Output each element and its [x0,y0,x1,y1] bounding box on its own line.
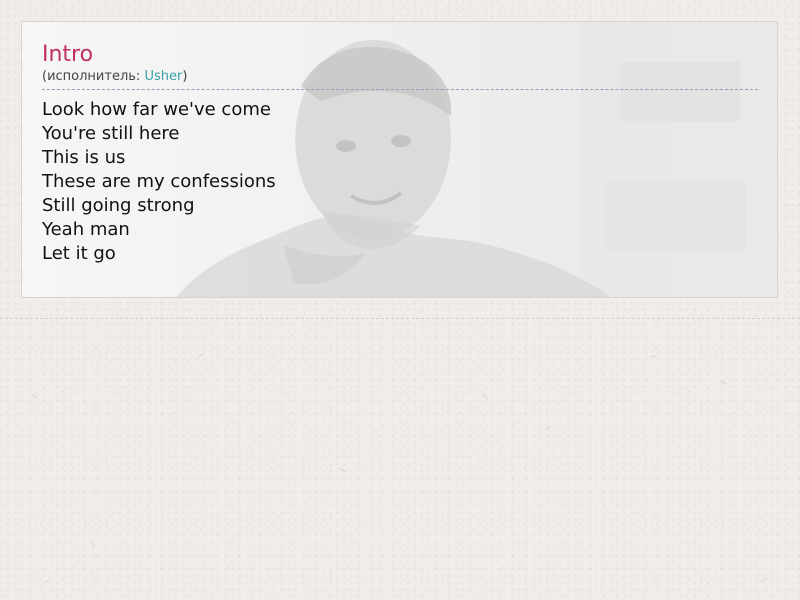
song-title: Intro [42,42,94,67]
performer-line: (исполнитель: Usher) [42,68,758,90]
lyrics-card: Intro (исполнитель: Usher) Look how far … [21,21,778,298]
paper-speck [45,578,51,583]
lyric-line: This is us [42,147,126,168]
paper-speck [340,468,346,473]
lyric-line: Let it go [42,243,116,264]
lyric-line: Yeah man [42,219,130,240]
performer-suffix: ) [182,69,188,84]
lyric-line: You're still here [42,123,180,144]
paper-speck [482,394,488,399]
paper-speck [91,542,95,549]
paper-speck [760,578,766,583]
paper-speck [198,354,204,357]
performer-link[interactable]: Usher [144,69,182,84]
lyric-line: Still going strong [42,195,195,216]
paper-speck [719,381,727,384]
lyric-line: Look how far we've come [42,99,271,120]
lyrics-content: Intro (исполнитель: Usher) Look how far … [42,42,758,266]
paper-speck [546,425,550,432]
paper-speck [649,355,657,358]
lyrics-list: Look how far we've come You're still her… [42,98,758,266]
lyric-line: These are my confessions [42,171,276,192]
performer-prefix: (исполнитель: [42,69,145,84]
paper-speck [32,394,38,399]
